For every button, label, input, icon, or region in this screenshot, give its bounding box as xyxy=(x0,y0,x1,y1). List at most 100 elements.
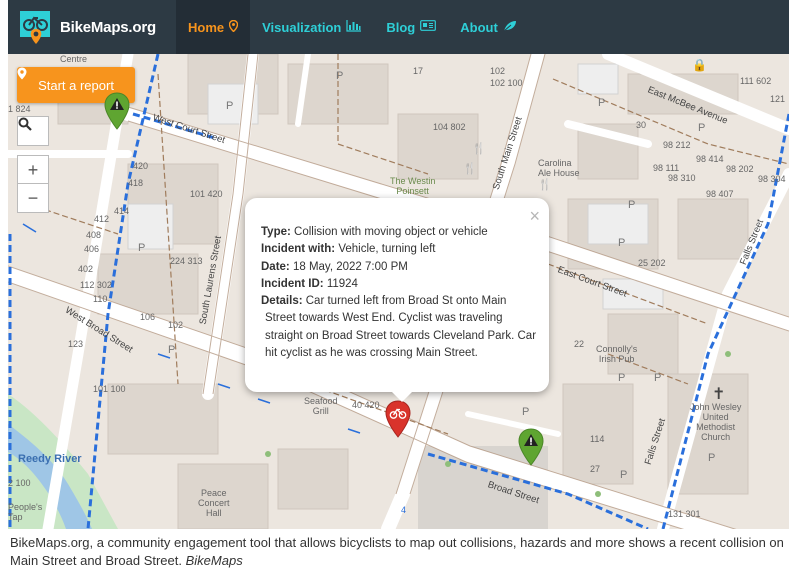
type-value: Collision with moving object or vehicle xyxy=(294,226,488,238)
parking-icon: P xyxy=(168,344,176,356)
date-label: Date: xyxy=(261,260,290,273)
number-label: 98 111 xyxy=(653,163,680,173)
hazard-marker[interactable] xyxy=(104,92,130,130)
parking-icon: P xyxy=(336,70,344,82)
type-label: Type: xyxy=(261,226,291,238)
incident-id-row: Incident ID: 11924 xyxy=(261,276,539,293)
popup-body: Type: Collision with moving object or ve… xyxy=(261,224,539,362)
details-value-continued: Street towards West End. Cyclist was tra… xyxy=(265,312,537,360)
date-value: 18 May, 2022 7:00 PM xyxy=(292,260,408,273)
navbar: BikeMaps.org Home Visualization Blog Abo… xyxy=(8,0,789,54)
number-label: 420 xyxy=(133,161,149,171)
number-label: 123 xyxy=(68,339,84,349)
place-label: John Wesley United Methodist Church xyxy=(690,402,742,442)
incident-with-row: Incident with: Vehicle, turning left xyxy=(261,241,539,258)
number-label: 17 xyxy=(413,66,424,76)
parking-icon: P xyxy=(620,469,628,481)
parking-icon: P xyxy=(618,372,626,384)
place-label: Seafood Grill xyxy=(304,396,338,416)
number-label: 224 313 xyxy=(170,256,203,266)
number-label: 114 xyxy=(590,434,605,444)
hazard-marker[interactable] xyxy=(518,428,544,466)
zoom-out-label: − xyxy=(27,187,39,208)
parking-icon: P xyxy=(226,100,234,112)
parking-icon: P xyxy=(618,237,626,249)
number-label: 402 xyxy=(78,264,94,274)
number-label: 102 xyxy=(490,66,506,76)
zoom-in-label: + xyxy=(27,159,39,180)
number-label: 98 414 xyxy=(696,154,724,164)
number-label: 111 602 xyxy=(740,76,772,86)
place-label: The Westin Poinsett xyxy=(390,176,436,196)
place-label: Carolina Ale House xyxy=(538,158,580,178)
incident-with-label: Incident with: xyxy=(261,243,336,256)
church-cross-icon: ✝ xyxy=(712,386,726,403)
nav-blog[interactable]: Blog xyxy=(374,0,448,54)
parking-icon: P xyxy=(522,406,530,418)
nav-about-label: About xyxy=(460,19,498,35)
number-label: 104 802 xyxy=(433,122,466,132)
zoom-in-button[interactable]: + xyxy=(17,155,49,184)
number-label: 414 xyxy=(114,206,130,216)
incident-id-label: Incident ID: xyxy=(261,277,324,290)
number-label: 2 100 xyxy=(8,478,31,488)
start-report-label: Start a report xyxy=(38,77,114,93)
incident-popup: × Type: Collision with moving object or … xyxy=(245,198,549,402)
place-label: Reedy River xyxy=(18,453,82,465)
number-label: 112 302 xyxy=(80,280,112,290)
number-label: 98 310 xyxy=(668,173,696,183)
place-label: Centre xyxy=(60,54,88,64)
number-label: 101 420 xyxy=(190,189,223,199)
number-label: 40 420 xyxy=(352,400,380,410)
number-label: 1 824 xyxy=(8,104,31,114)
number-label: 30 xyxy=(636,120,647,130)
number-label: 408 xyxy=(86,230,102,240)
lock-icon: 🔒 xyxy=(692,58,707,72)
brand-name: BikeMaps.org xyxy=(60,18,156,36)
incident-marker[interactable] xyxy=(385,400,411,438)
bikemaps-logo-icon xyxy=(20,11,50,44)
incident-id-value: 11924 xyxy=(326,277,358,290)
search-button[interactable] xyxy=(17,116,49,146)
number-label: 25 202 xyxy=(638,258,666,268)
details-value: Car turned left from Broad St onto Main xyxy=(305,295,507,308)
bar-chart-icon xyxy=(346,19,362,35)
brand[interactable]: BikeMaps.org xyxy=(8,0,176,54)
details-row: Details: Car turned left from Broad St o… xyxy=(261,293,539,362)
map[interactable]: West Court Street East McBee Avenue Sout… xyxy=(8,54,789,529)
popup-tip xyxy=(391,391,413,402)
number-label: 27 xyxy=(590,464,601,474)
place-label: Peace Concert Hall xyxy=(198,488,230,518)
nav-visualization[interactable]: Visualization xyxy=(250,0,374,54)
number-label: 102 100 xyxy=(490,78,523,88)
restaurant-icon: 🍴 xyxy=(463,163,477,175)
map-pin-icon xyxy=(228,19,239,35)
screenshot-frame: BikeMaps.org Home Visualization Blog Abo… xyxy=(8,0,789,529)
number-label: 102 xyxy=(168,320,184,330)
number-label: 98 212 xyxy=(663,140,691,150)
number-label: 418 xyxy=(128,178,144,188)
date-row: Date: 18 May, 2022 7:00 PM xyxy=(261,259,539,276)
nav-blog-label: Blog xyxy=(386,19,416,35)
parking-icon: P xyxy=(138,242,146,254)
restaurant-icon: 🍴 xyxy=(538,179,552,191)
number-label: 4 xyxy=(401,505,407,515)
nav-home-label: Home xyxy=(188,19,225,35)
type-row: Type: Collision with moving object or ve… xyxy=(261,224,539,241)
caption-text: BikeMaps.org, a community engagement too… xyxy=(10,535,784,568)
place-label: Connolly's Irish Pub xyxy=(596,344,638,364)
parking-icon: P xyxy=(698,122,706,134)
incident-with-value: Vehicle, turning left xyxy=(338,243,436,256)
place-label: People's Tap xyxy=(8,502,43,522)
number-label: 98 202 xyxy=(726,164,754,174)
zoom-out-button[interactable]: − xyxy=(17,183,49,213)
restaurant-icon: 🍴 xyxy=(472,143,486,155)
newspaper-icon xyxy=(420,20,437,34)
number-label: 98 407 xyxy=(706,189,734,199)
number-label: 406 xyxy=(84,244,100,254)
number-label: 131 301 xyxy=(668,509,701,519)
nav-about[interactable]: About xyxy=(448,0,529,54)
nav-visualization-label: Visualization xyxy=(262,19,342,35)
parking-icon: P xyxy=(598,97,606,109)
nav-home[interactable]: Home xyxy=(176,0,251,54)
